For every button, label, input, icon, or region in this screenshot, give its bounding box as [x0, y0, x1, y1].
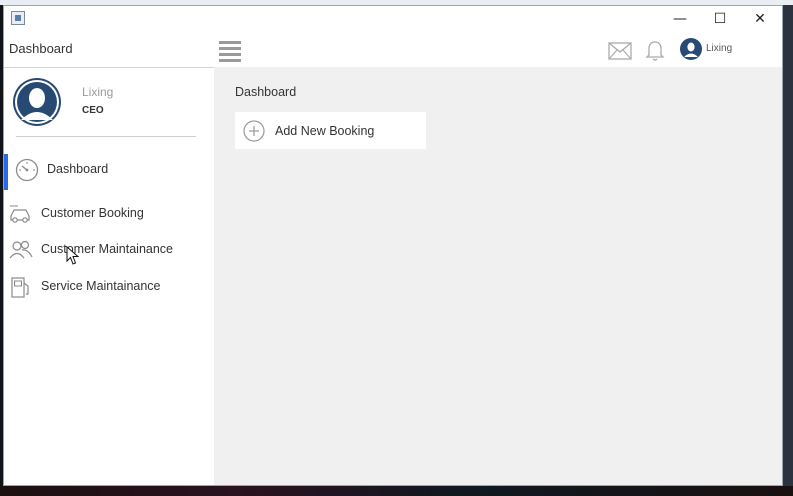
maximize-button[interactable]: ☐	[700, 6, 740, 32]
divider	[4, 67, 214, 68]
profile-name: Lixing	[82, 85, 114, 99]
add-new-booking-label: Add New Booking	[275, 124, 375, 138]
app-window: — ☐ ✕ Dashboard Lixing CEO Dashboard Cus…	[3, 5, 783, 486]
main-content: Dashboard Add New Booking	[214, 67, 782, 485]
minimize-button[interactable]: —	[660, 6, 700, 32]
car-icon	[10, 205, 30, 223]
sidebar-title: Dashboard	[9, 41, 73, 56]
speedometer-icon	[15, 158, 39, 182]
profile-role: CEO	[82, 105, 104, 116]
users-icon	[9, 240, 33, 259]
divider	[16, 136, 196, 137]
hamburger-icon[interactable]	[219, 41, 241, 62]
title-bar: — ☐ ✕	[4, 6, 782, 34]
close-button[interactable]: ✕	[740, 6, 780, 32]
mouse-cursor	[66, 246, 80, 265]
add-new-booking-button[interactable]: Add New Booking	[235, 112, 426, 149]
plus-circle-icon	[243, 120, 265, 142]
user-silhouette-icon	[681, 39, 701, 59]
user-silhouette-icon	[15, 80, 59, 124]
desktop-background-bottom	[0, 486, 793, 496]
bell-icon[interactable]	[643, 38, 667, 62]
sidebar-item-label: Customer Maintainance	[41, 242, 174, 256]
top-header: Lixing	[214, 34, 782, 67]
sidebar-item-label: Dashboard	[47, 162, 109, 176]
sidebar-item-label: Customer Booking	[41, 206, 144, 220]
page-title: Dashboard	[235, 85, 297, 99]
sidebar-item-dashboard[interactable]: Dashboard	[4, 154, 214, 190]
mail-icon[interactable]	[608, 42, 632, 60]
profile-avatar	[13, 78, 61, 126]
header-user-name[interactable]: Lixing	[706, 43, 732, 54]
sidebar-item-customer-booking[interactable]: Customer Booking	[4, 198, 214, 230]
desktop-background-right	[783, 5, 793, 486]
fuel-pump-icon	[11, 277, 29, 298]
sidebar-item-customer-maintainance[interactable]: Customer Maintainance	[4, 234, 214, 266]
header-avatar[interactable]	[680, 38, 702, 60]
active-indicator	[4, 154, 8, 190]
java-app-icon	[11, 11, 25, 25]
sidebar: Dashboard Lixing CEO Dashboard Customer …	[4, 34, 214, 485]
sidebar-item-service-maintainance[interactable]: Service Maintainance	[4, 271, 214, 303]
sidebar-item-label: Service Maintainance	[41, 279, 161, 293]
